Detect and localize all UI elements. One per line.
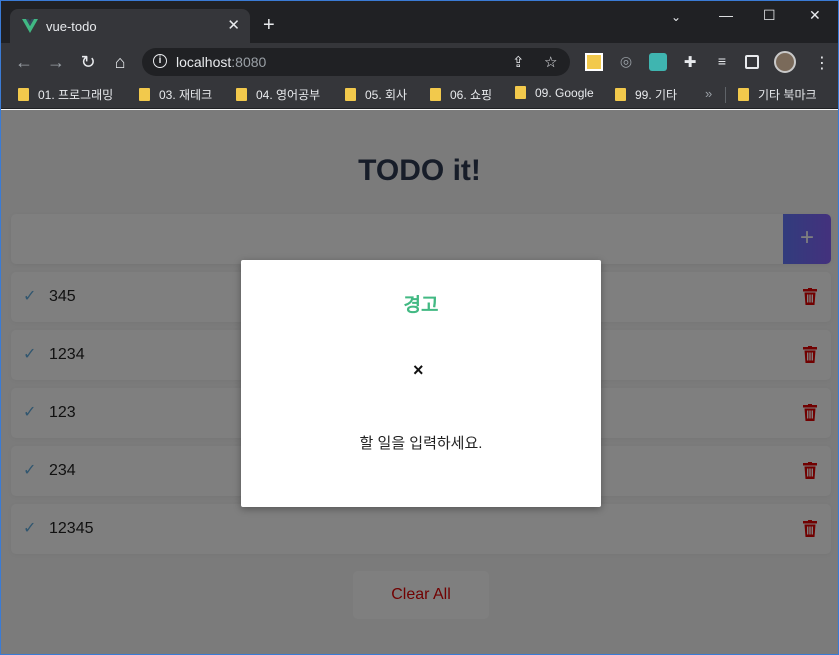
- bookmarks-overflow-icon[interactable]: »: [705, 86, 712, 101]
- title-bar: vue-todo ✕ + ⌄ — ☐ ✕: [1, 1, 838, 43]
- folder-icon: [430, 88, 441, 101]
- minimize-icon[interactable]: —: [719, 7, 733, 23]
- folder-icon: [236, 88, 247, 101]
- folder-icon: [738, 88, 749, 101]
- new-tab-icon[interactable]: +: [263, 15, 275, 35]
- share-icon[interactable]: ⇪: [512, 53, 525, 71]
- modal-message: 할 일을 입력하세요.: [359, 435, 483, 452]
- back-icon[interactable]: ←: [13, 51, 35, 73]
- url-host: localhost: [176, 54, 232, 70]
- media-control-icon[interactable]: ≡: [713, 53, 731, 71]
- side-panel-icon[interactable]: [745, 55, 759, 69]
- bookmark-folder[interactable]: 04. 영어공부: [236, 86, 320, 104]
- browser-tab[interactable]: vue-todo ✕: [10, 9, 250, 43]
- extension-save-icon[interactable]: [649, 53, 667, 71]
- tab-title: vue-todo: [46, 19, 97, 34]
- forward-icon[interactable]: →: [45, 51, 67, 73]
- address-bar[interactable]: i localhost:8080 ⇪ ☆: [142, 48, 570, 76]
- folder-icon: [615, 88, 626, 101]
- site-info-icon[interactable]: i: [153, 54, 167, 68]
- folder-icon: [139, 88, 150, 101]
- bookmarks-bar: 01. 프로그래밍 03. 재테크 04. 영어공부 05. 회사 06. 쇼핑…: [1, 81, 838, 109]
- bookmark-folder[interactable]: 06. 쇼핑: [430, 86, 492, 104]
- bookmark-label: 06. 쇼핑: [450, 88, 493, 102]
- folder-icon: [515, 86, 526, 99]
- bookmark-label: 01. 프로그래밍: [38, 88, 114, 102]
- bookmark-folder[interactable]: 09. Google: [515, 86, 594, 104]
- url-text: localhost:8080: [176, 54, 266, 70]
- bookmark-label: 09. Google: [535, 86, 594, 100]
- folder-icon: [18, 88, 29, 101]
- bookmark-folder-other[interactable]: 기타 북마크: [738, 86, 817, 104]
- tab-close-icon[interactable]: ✕: [227, 16, 240, 34]
- menu-kebab-icon[interactable]: ⋮: [813, 53, 831, 72]
- bookmark-label: 03. 재테크: [159, 88, 213, 102]
- browser-toolbar: ← → ↻ ⌂ i localhost:8080 ⇪ ☆ ◎ ✚ ≡ ⋮: [1, 43, 838, 81]
- bookmark-star-icon[interactable]: ☆: [544, 53, 557, 71]
- bookmark-label: 04. 영어공부: [256, 88, 321, 102]
- window-close-icon[interactable]: ✕: [809, 7, 821, 24]
- bookmarks-divider: [725, 87, 726, 103]
- url-port: :8080: [231, 54, 267, 70]
- folder-icon: [345, 88, 356, 101]
- bookmark-label: 05. 회사: [365, 88, 408, 102]
- browser-window: vue-todo ✕ + ⌄ — ☐ ✕ ← → ↻ ⌂ i localhost…: [0, 0, 839, 655]
- alert-modal: 경고 × 할 일을 입력하세요.: [241, 260, 601, 507]
- extensions-puzzle-icon[interactable]: ✚: [681, 53, 699, 71]
- bookmark-folder[interactable]: 99. 기타: [615, 86, 677, 104]
- close-icon[interactable]: ×: [413, 360, 424, 381]
- bookmark-folder[interactable]: 05. 회사: [345, 86, 407, 104]
- extension-mouse-icon[interactable]: ◎: [617, 53, 635, 71]
- todo-app-page: TODO it! + ✓ 345 ✓ 1234 ✓ 123 ✓ 234: [1, 110, 838, 654]
- modal-title: 경고: [403, 295, 439, 316]
- vue-logo-icon: [22, 19, 38, 33]
- bookmark-label: 99. 기타: [635, 88, 678, 102]
- bookmark-label: 기타 북마크: [758, 88, 817, 102]
- maximize-icon[interactable]: ☐: [763, 7, 776, 24]
- bookmark-folder[interactable]: 01. 프로그래밍: [18, 86, 113, 104]
- tab-search-icon[interactable]: ⌄: [671, 10, 681, 24]
- home-icon[interactable]: ⌂: [109, 51, 131, 73]
- extension-image-icon[interactable]: [585, 53, 603, 71]
- reload-icon[interactable]: ↻: [77, 51, 99, 73]
- bookmark-folder[interactable]: 03. 재테크: [139, 86, 212, 104]
- profile-avatar[interactable]: [774, 51, 796, 73]
